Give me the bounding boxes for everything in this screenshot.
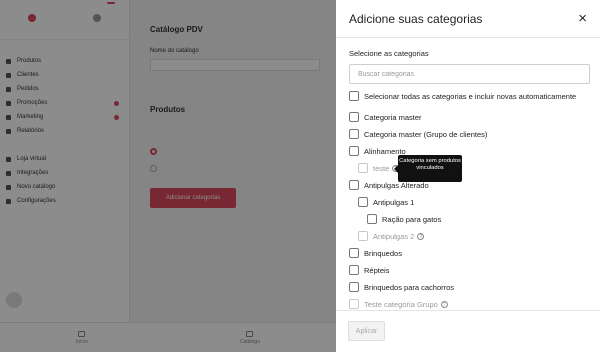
category-item[interactable]: Categoria master (Grupo de clientes) [349,128,487,140]
checkbox[interactable] [349,129,359,139]
info-icon[interactable]: ? [440,300,448,308]
checkbox[interactable] [349,248,359,258]
category-label: Selecionar todas as categorias e incluir… [364,91,577,101]
drawer-header: Adicione suas categorias × [336,0,600,38]
category-label: Ração para gatos [382,214,442,224]
checkbox[interactable] [349,112,359,122]
checkbox[interactable] [349,180,359,190]
checkbox[interactable] [358,197,368,207]
checkbox[interactable] [367,214,377,224]
category-label: Categoria master (Grupo de clientes) [364,129,488,139]
categories-drawer: Adicione suas categorias × Selecione as … [336,0,600,352]
category-item[interactable]: Categoria master [349,111,422,123]
category-item: Antipulgas 2? [358,230,425,242]
drawer-title: Adicione suas categorias [349,11,483,26]
category-item[interactable]: Brinquedos para cachorros [349,281,454,293]
category-label: teste [373,163,390,173]
checkbox[interactable] [349,265,359,275]
category-label: Antipulgas 1 [373,197,415,207]
checkbox[interactable] [349,91,359,101]
checkbox[interactable] [349,146,359,156]
drawer-footer: Aplicar [336,310,600,352]
category-label: Categoria master [364,112,422,122]
category-label: Brinquedos [364,248,402,258]
category-label: Antipulgas 2 [373,231,415,241]
checkbox[interactable] [349,282,359,292]
checkbox [358,231,368,241]
select-categories-label: Selecione as categorias [349,49,429,58]
category-item[interactable]: Brinquedos [349,247,402,259]
category-label: Répteis [364,265,390,275]
category-item[interactable]: Répteis [349,264,389,276]
category-search-input[interactable] [349,64,590,84]
checkbox [358,163,368,173]
drawer-body: Selecione as categorias Selecionar todas… [336,38,600,310]
category-label: Brinquedos para cachorros [364,282,455,292]
category-label: Teste categoria Grupo [364,299,438,309]
select-all-checkbox[interactable]: Selecionar todas as categorias e incluir… [349,90,576,102]
checkbox [349,299,359,309]
info-icon[interactable]: ? [417,232,425,240]
category-item[interactable]: Ração para gatos [367,213,441,225]
category-item: Teste categoria Grupo? [349,298,448,310]
close-icon[interactable]: × [578,11,587,26]
tooltip: Categoria sem produtos vinculados [394,155,462,182]
apply-button[interactable]: Aplicar [348,321,385,341]
category-item[interactable]: Antipulgas 1 [358,196,414,208]
